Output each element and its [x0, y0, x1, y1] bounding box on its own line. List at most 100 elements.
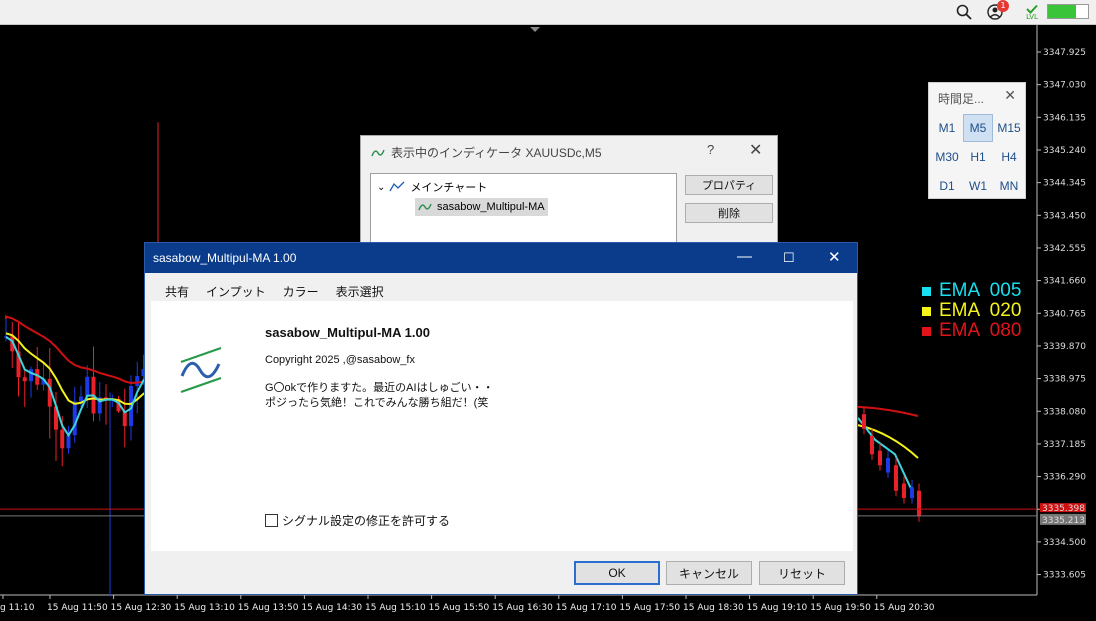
level-label: LVL	[1026, 12, 1038, 21]
delete-button[interactable]: 削除	[685, 203, 773, 223]
properties-button[interactable]: プロパティ	[685, 175, 773, 195]
allow-signal-checkbox-row[interactable]: シグナル設定の修正を許可する	[265, 512, 450, 529]
battery-fill	[1048, 5, 1076, 18]
maximize-icon[interactable]: ☐	[783, 250, 795, 266]
timeframes-panel: 時間足... ✕ M1 M5 M15 M30 H1 H4 D1 W1 MN	[928, 82, 1026, 199]
price-tick-label: 3340.765	[1043, 309, 1086, 319]
battery-indicator	[1047, 4, 1089, 19]
chart-icon	[389, 181, 405, 192]
ema-legend-label: EMA 005	[939, 280, 1022, 301]
timeframe-m5-button[interactable]: M5	[963, 114, 993, 142]
candle-body	[878, 450, 882, 466]
timeframe-m1-button[interactable]: M1	[932, 114, 962, 142]
tree-node-main-chart[interactable]: ⌄ メインチャート	[377, 178, 487, 196]
ema-color-swatch	[922, 326, 931, 336]
candle-body	[886, 457, 890, 473]
common-tab-content: sasabow_Multipul-MA 1.00 Copyright 2025 …	[151, 301, 853, 551]
close-icon[interactable]: ✕	[1004, 87, 1016, 104]
timeframes-title: 時間足...	[938, 92, 985, 106]
time-tick-label: 15 Aug 11:50	[47, 603, 108, 613]
top-toolbar: 1 LVL	[0, 0, 1096, 25]
description-line: ポジったら気絶！これでみんな勝ち組だ！(笑	[265, 397, 489, 409]
time-tick-label: 15 Aug 19:10	[747, 603, 808, 613]
timeframe-h4-button[interactable]: H4	[994, 143, 1024, 171]
notification-badge: 1	[997, 0, 1009, 12]
time-tick-label: 15 Aug 13:10	[174, 603, 235, 613]
account-icon[interactable]: 1	[985, 0, 1009, 22]
candle-body	[870, 436, 874, 455]
ema-legend-item: EMA 020	[922, 301, 1021, 321]
candle-body	[910, 487, 914, 499]
time-tick-label: 15 Aug 12:30	[111, 603, 172, 613]
candle-body	[79, 396, 83, 402]
close-icon[interactable]: ✕	[749, 140, 762, 160]
dialog-title: sasabow_Multipul-MA 1.00	[153, 251, 297, 265]
indicators-dialog-title: 表示中のインディケータ XAUUSDc,M5	[371, 144, 602, 161]
timeframe-m30-button[interactable]: M30	[932, 143, 962, 171]
candle-body	[894, 465, 898, 491]
indicator-logo	[180, 346, 222, 394]
dialog-titlebar[interactable]: sasabow_Multipul-MA 1.00 — ☐ ✕	[145, 243, 857, 273]
time-tick-label: 15 Aug 17:50	[619, 603, 680, 613]
candle-body	[862, 414, 866, 429]
price-tick-label: 3344.345	[1043, 179, 1086, 189]
tree-item-label: sasabow_Multipul-MA	[437, 201, 545, 213]
allow-signal-checkbox[interactable]	[265, 514, 278, 527]
candle-body	[902, 483, 906, 499]
ok-button[interactable]: OK	[574, 561, 660, 585]
description-line: G〇okで作りますた。最近のAIはしゅごい・・	[265, 382, 494, 394]
timeframe-grid: M1 M5 M15 M30 H1 H4 D1 W1 MN	[932, 114, 1024, 200]
price-tick-label: 3341.660	[1043, 277, 1086, 287]
minimize-icon[interactable]: —	[737, 248, 752, 265]
allow-signal-label: シグナル設定の修正を許可する	[282, 514, 451, 528]
price-tick-label: 3333.605	[1043, 571, 1086, 581]
timeframe-d1-button[interactable]: D1	[932, 172, 962, 200]
price-tick-label: 3346.135	[1043, 113, 1086, 123]
candle-body	[60, 429, 65, 449]
candle-body	[85, 376, 90, 397]
ask-price-label: 3335.213	[1042, 516, 1085, 526]
ema-legend-item: EMA 005	[922, 281, 1021, 301]
copyright-text: Copyright 2025 ,@sasabow_fx	[265, 354, 415, 366]
time-tick-label: 15 Aug 20:30	[874, 603, 935, 613]
price-tick-label: 3347.030	[1043, 81, 1086, 91]
product-name: sasabow_Multipul-MA 1.00	[265, 325, 430, 340]
description: G〇okで作りますた。最近のAIはしゅごい・・ ポジったら気絶！これでみんな勝ち…	[265, 381, 494, 411]
time-tick-label: 15 Aug 16:30	[492, 603, 553, 613]
indicator-icon	[418, 203, 432, 211]
candle-body	[29, 369, 33, 382]
reset-button[interactable]: リセット	[759, 561, 845, 585]
price-tick-label: 3345.240	[1043, 146, 1086, 156]
chevron-down-icon[interactable]: ⌄	[377, 182, 385, 193]
time-tick-label: 15 Aug 15:10	[365, 603, 426, 613]
level-icon[interactable]: LVL	[1020, 2, 1044, 22]
timeframe-w1-button[interactable]: W1	[963, 172, 993, 200]
ema-color-swatch	[922, 286, 931, 296]
time-tick-label: 15 Aug 17:10	[556, 603, 617, 613]
price-tick-label: 3334.500	[1043, 538, 1086, 548]
tree-root-label: メインチャート	[410, 182, 488, 194]
search-icon[interactable]	[954, 2, 974, 22]
timeframe-h1-button[interactable]: H1	[963, 143, 993, 171]
time-tick-label: 15 Aug 18:30	[683, 603, 744, 613]
timeframe-mn-button[interactable]: MN	[994, 172, 1024, 200]
time-tick-label: g 11:10	[0, 603, 35, 613]
timeframe-m15-button[interactable]: M15	[994, 114, 1024, 142]
time-tick-label: 15 Aug 15:50	[429, 603, 490, 613]
bid-price-label: 3335.398	[1042, 504, 1085, 514]
ema-legend-label: EMA 080	[939, 320, 1022, 341]
ema-legend-label: EMA 020	[939, 300, 1022, 321]
ema-legend: EMA 005 EMA 020 EMA 080	[922, 281, 1021, 341]
candle-body	[72, 401, 77, 436]
cancel-button[interactable]: キャンセル	[666, 561, 752, 585]
time-tick-label: 15 Aug 13:50	[238, 603, 299, 613]
price-tick-label: 3338.080	[1043, 407, 1086, 417]
price-tick-label: 3347.925	[1043, 48, 1086, 58]
help-button[interactable]: ?	[707, 142, 714, 157]
tree-item-indicator[interactable]: sasabow_Multipul-MA	[415, 198, 548, 216]
indicators-dialog: 表示中のインディケータ XAUUSDc,M5 ? ✕ ⌄ メインチャート sas…	[360, 135, 778, 245]
time-tick-label: 15 Aug 19:50	[810, 603, 871, 613]
price-tick-label: 3337.185	[1043, 440, 1086, 450]
close-icon[interactable]: ✕	[828, 248, 841, 266]
ema-color-swatch	[922, 306, 931, 316]
